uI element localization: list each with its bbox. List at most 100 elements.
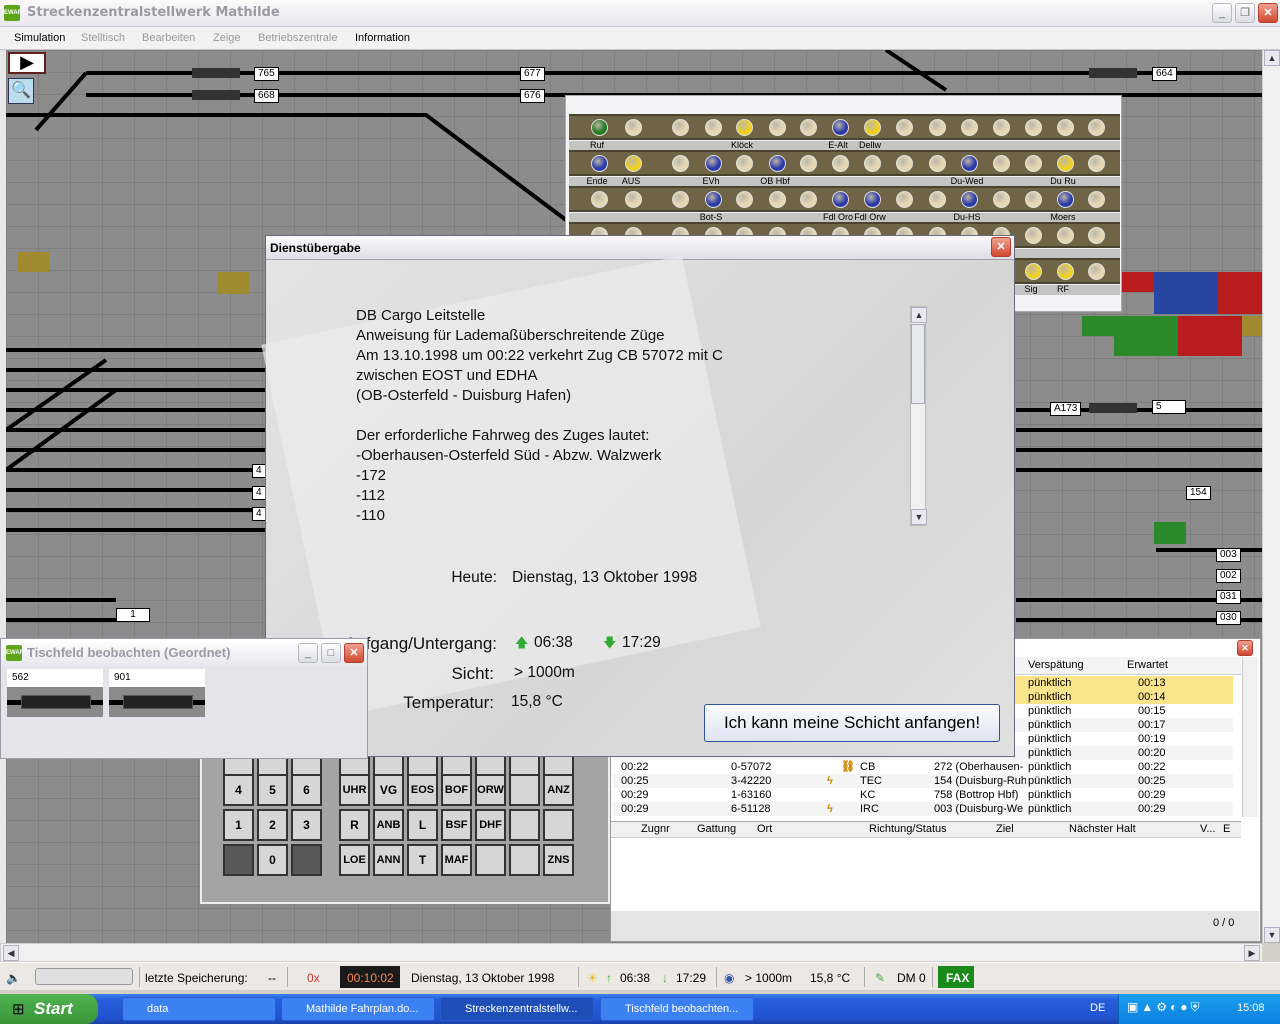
signal-lamp[interactable]	[625, 155, 642, 172]
keypad-key[interactable]: 4	[223, 774, 254, 806]
scroll-down-button[interactable]: ▼	[1264, 927, 1280, 943]
signal-lamp[interactable]	[591, 119, 608, 136]
signal-lamp[interactable]	[896, 119, 913, 136]
signal-lamp[interactable]	[864, 119, 881, 136]
signal-lamp[interactable]	[993, 155, 1010, 172]
tischfeld-maximize-button[interactable]: □	[321, 643, 341, 663]
scroll-right-button[interactable]: ▶	[1244, 945, 1260, 961]
play-button[interactable]: ▶	[8, 52, 46, 74]
column-header[interactable]: Richtung/Status	[869, 823, 947, 835]
signal-lamp[interactable]	[832, 155, 849, 172]
signal-lamp[interactable]	[736, 155, 753, 172]
signal-lamp[interactable]	[993, 191, 1010, 208]
menu-simulation[interactable]: Simulation	[14, 32, 65, 44]
command-key[interactable]: UHR	[339, 774, 370, 806]
signal-lamp[interactable]	[672, 155, 689, 172]
command-key[interactable]: T	[407, 844, 438, 876]
signal-lamp[interactable]	[1057, 263, 1074, 280]
command-key[interactable]: VG	[373, 774, 404, 806]
language-indicator[interactable]: DE	[1090, 1002, 1105, 1014]
signal-lamp[interactable]	[1088, 227, 1105, 244]
timetable-row[interactable]: 00:29 1-63160 KC 758 (Bottrop Hbf) pünktlich…	[613, 788, 1233, 802]
signal-lamp[interactable]	[832, 191, 849, 208]
keypad-key[interactable]: 5	[257, 774, 288, 806]
column-header[interactable]: Gattung	[697, 823, 736, 835]
start-shift-button[interactable]: Ich kann meine Schicht anfangen!	[704, 704, 1000, 742]
signal-lamp[interactable]	[961, 119, 978, 136]
tray-icons[interactable]: ▣▲⚙◐●⛨	[1127, 1000, 1202, 1015]
minimize-button[interactable]: _	[1212, 3, 1232, 23]
tischfeld-close-button[interactable]: ✕	[344, 643, 364, 663]
signal-lamp[interactable]	[1057, 191, 1074, 208]
task-tischfeld[interactable]: Tischfeld beobachten...	[600, 997, 754, 1021]
keypad-key[interactable]	[291, 844, 322, 876]
scroll-up-button[interactable]: ▲	[1264, 50, 1280, 66]
command-key[interactable]: ORW	[475, 774, 506, 806]
command-key[interactable]: R	[339, 809, 370, 841]
signal-lamp[interactable]	[769, 119, 786, 136]
signal-lamp[interactable]	[705, 155, 722, 172]
signal-lamp[interactable]	[961, 155, 978, 172]
signal-lamp[interactable]	[769, 155, 786, 172]
horizontal-scrollbar[interactable]: ◀ ▶	[0, 943, 1262, 961]
signal-lamp[interactable]	[1025, 227, 1042, 244]
timetable-row[interactable]: 00:22 0-57072 CB 272 (Oberhausen-pünktlich 0…	[613, 760, 1233, 774]
command-key[interactable]	[509, 809, 540, 841]
column-verspaetung[interactable]: Verspätung	[1028, 659, 1084, 671]
menu-zeige[interactable]: Zeige	[213, 32, 241, 44]
timetable-row[interactable]: 00:29 6-51128 IRC 003 (Duisburg-We pünktlich…	[613, 802, 1233, 816]
signal-lamp[interactable]	[1088, 263, 1105, 280]
signal-lamp[interactable]	[800, 155, 817, 172]
command-key[interactable]: EOS	[407, 774, 438, 806]
signal-lamp[interactable]	[800, 119, 817, 136]
menu-information[interactable]: Information	[355, 32, 410, 44]
command-key[interactable]: BSF	[441, 809, 472, 841]
command-key[interactable]	[509, 844, 540, 876]
column-header[interactable]: Nächster Halt	[1069, 823, 1136, 835]
signal-lamp[interactable]	[736, 191, 753, 208]
message-scroll-thumb[interactable]	[911, 324, 925, 404]
signal-lamp[interactable]	[929, 191, 946, 208]
signal-lamp[interactable]	[993, 119, 1010, 136]
signal-lamp[interactable]	[1025, 155, 1042, 172]
message-scrollbar[interactable]: ▲ ▼	[910, 306, 927, 526]
signal-lamp[interactable]	[864, 155, 881, 172]
signal-lamp[interactable]	[625, 191, 642, 208]
command-key[interactable]	[543, 809, 574, 841]
signal-lamp[interactable]	[1025, 191, 1042, 208]
command-key[interactable]	[475, 844, 506, 876]
command-key[interactable]: LOE	[339, 844, 370, 876]
tischfeld-minimize-button[interactable]: _	[298, 643, 318, 663]
timetable-row[interactable]: 00:25 3-42220 TEC 154 (Duisburg-Ruh pünktlic…	[613, 774, 1233, 788]
task-fahrplan[interactable]: Mathilde Fahrplan.do...	[281, 997, 435, 1021]
message-scroll-up[interactable]: ▲	[911, 307, 927, 323]
task-stellwerk[interactable]: Streckenzentralstellw...	[440, 997, 594, 1021]
command-key[interactable]: L	[407, 809, 438, 841]
signal-lamp[interactable]	[705, 119, 722, 136]
column-header[interactable]: V...	[1200, 823, 1216, 835]
signal-lamp[interactable]	[591, 191, 608, 208]
column-header[interactable]: E	[1223, 823, 1230, 835]
menu-bearbeiten[interactable]: Bearbeiten	[142, 32, 195, 44]
signal-lamp[interactable]	[705, 191, 722, 208]
keypad-key[interactable]: 3	[291, 809, 322, 841]
menu-stelltisch[interactable]: Stelltisch	[81, 32, 125, 44]
signal-lamp[interactable]	[625, 119, 642, 136]
signal-lamp[interactable]	[1088, 155, 1105, 172]
signal-lamp[interactable]	[896, 155, 913, 172]
signal-lamp[interactable]	[1025, 119, 1042, 136]
signal-lamp[interactable]	[672, 191, 689, 208]
command-key[interactable]: DHF	[475, 809, 506, 841]
signal-lamp[interactable]	[896, 191, 913, 208]
timetable-close-button[interactable]: ✕	[1237, 640, 1253, 656]
message-scroll-down[interactable]: ▼	[911, 509, 927, 525]
signal-lamp[interactable]	[929, 155, 946, 172]
column-erwartet[interactable]: Erwartet	[1127, 659, 1168, 671]
column-header[interactable]: Ziel	[996, 823, 1014, 835]
dialog-close-button[interactable]: ✕	[991, 237, 1011, 257]
signal-lamp[interactable]	[1088, 119, 1105, 136]
menu-betriebszentrale[interactable]: Betriebszentrale	[258, 32, 338, 44]
signal-lamp[interactable]	[1025, 263, 1042, 280]
signal-lamp[interactable]	[1057, 227, 1074, 244]
signal-lamp[interactable]	[769, 191, 786, 208]
